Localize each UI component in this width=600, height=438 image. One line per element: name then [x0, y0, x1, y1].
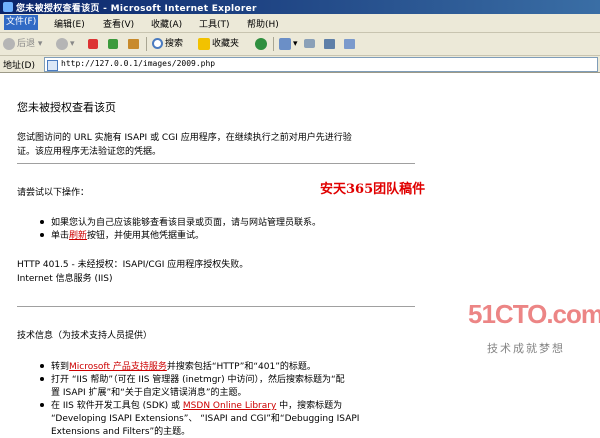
toolbar-separator: [273, 37, 274, 51]
menu-help[interactable]: 帮助(H): [247, 17, 279, 30]
error-source: Internet 信息服务 (IIS): [17, 274, 113, 284]
try-item: 单击刷新按钮，并使用其他凭据重试。: [51, 228, 204, 241]
tech-item: 打开 “IIS 帮助”（可在 IIS 管理器 (inetmgr) 中访问），然后…: [51, 375, 345, 385]
menu-edit[interactable]: 编辑(E): [54, 17, 85, 30]
tech-item-text: 并搜索包括“HTTP”和“401”的标题。: [166, 362, 316, 372]
back-arrow-icon: [3, 37, 15, 50]
menu-bar: 文件(F) 编辑(E) 查看(V) 收藏(A) 工具(T) 帮助(H): [0, 14, 600, 33]
divider: [17, 306, 415, 307]
tech-item-text: 转到: [51, 362, 70, 372]
toolbar: 后退 ▾ ▾ 搜索 收藏夹 ▾: [0, 33, 600, 56]
page-icon: [47, 60, 58, 71]
divider: [17, 163, 415, 164]
bullet: [40, 220, 44, 224]
mail-icon: [304, 39, 315, 48]
back-label: 后退: [17, 39, 36, 49]
history-button[interactable]: ▾: [279, 36, 298, 52]
bullet: [40, 233, 44, 237]
forward-button[interactable]: ▾: [56, 36, 75, 52]
intro-text: 证。该应用程序无法验证您的凭据。: [17, 147, 162, 157]
bullet: [40, 364, 44, 368]
support-link[interactable]: Microsoft 产品支持服务: [69, 362, 167, 372]
address-bar: 地址(D) http://127.0.0.1/images/2009.php: [0, 56, 600, 73]
print-icon: [324, 38, 335, 49]
tech-item: 在 IIS 软件开发工具包 (SDK) 或 MSDN Online Librar…: [51, 398, 342, 411]
bullet: [40, 377, 44, 381]
edit-button[interactable]: [344, 36, 357, 52]
favorites-button[interactable]: 收藏夹: [198, 36, 239, 52]
address-input[interactable]: http://127.0.0.1/images/2009.php: [44, 57, 598, 72]
menu-file[interactable]: 文件(F): [4, 15, 39, 30]
menu-favorites[interactable]: 收藏(A): [151, 17, 182, 30]
back-button[interactable]: 后退 ▾: [3, 36, 42, 52]
media-button[interactable]: [255, 36, 269, 52]
tech-item: “Developing ISAPI Extensions”、 “ISAPI an…: [51, 414, 360, 424]
forward-arrow-icon: [56, 37, 68, 50]
home-button[interactable]: [128, 36, 141, 52]
page-content: 您未被授权查看该页 您试图访问的 URL 实施有 ISAPI 或 CGI 应用程…: [0, 73, 600, 438]
tech-item-text: 在 IIS 软件开发工具包 (SDK) 或: [51, 401, 181, 411]
site-slogan: 技术成就梦想: [487, 342, 565, 355]
refresh-link[interactable]: 刷新: [69, 231, 87, 241]
page-title: 您未被授权查看该页: [17, 101, 116, 114]
stop-icon: [88, 38, 98, 49]
try-item-text: 按钮，并使用其他凭据重试。: [87, 231, 205, 241]
media-icon: [255, 37, 267, 50]
menu-view[interactable]: 查看(V): [103, 17, 134, 30]
search-label: 搜索: [165, 39, 184, 49]
refresh-button[interactable]: [108, 36, 120, 52]
title-bar: 您未被授权查看该页 - Microsoft Internet Explorer: [0, 0, 600, 14]
error-code: HTTP 401.5 - 未经授权：ISAPI/CGI 应用程序授权失败。: [17, 260, 249, 270]
address-label: 地址(D): [3, 61, 35, 71]
bullet: [40, 403, 44, 407]
history-icon: [279, 37, 291, 50]
watermark-text: 安天365团队稿件: [320, 182, 426, 197]
edit-icon: [344, 38, 355, 49]
toolbar-separator: [146, 37, 147, 51]
favorites-label: 收藏夹: [212, 39, 240, 49]
try-item: 如果您认为自己应该能够查看该目录或页面，请与网站管理员联系。: [51, 218, 322, 228]
mail-button[interactable]: [304, 36, 317, 52]
stop-button[interactable]: [88, 36, 100, 52]
star-icon: [198, 37, 210, 50]
try-heading: 请尝试以下操作：: [17, 188, 90, 198]
home-icon: [128, 38, 139, 49]
refresh-icon: [108, 38, 118, 49]
msdn-link[interactable]: MSDN Online Library: [183, 401, 276, 411]
try-item-text: 单击: [51, 231, 70, 241]
site-logo: 51CTO.com: [468, 299, 600, 329]
tech-heading: 技术信息（为技术支持人员提供）: [17, 331, 153, 341]
print-button[interactable]: [324, 36, 337, 52]
search-icon: [152, 38, 163, 49]
tech-item: 转到Microsoft 产品支持服务并搜索包括“HTTP”和“401”的标题。: [51, 359, 316, 372]
menu-tools[interactable]: 工具(T): [199, 17, 230, 30]
intro-text: 您试图访问的 URL 实施有 ISAPI 或 CGI 应用程序，在继续执行之前对…: [17, 133, 352, 143]
ie-icon: [3, 2, 13, 12]
search-button[interactable]: 搜索: [152, 36, 183, 52]
tech-item: Extensions and Filters”的主题。: [51, 427, 191, 437]
tech-item: 置 ISAPI 扩展”和“关于自定义错误消息”的主题。: [51, 388, 247, 398]
window-title: 您未被授权查看该页 - Microsoft Internet Explorer: [16, 4, 257, 14]
tech-item-text: 中，搜索标题为: [279, 401, 343, 411]
address-url[interactable]: http://127.0.0.1/images/2009.php: [61, 59, 215, 68]
